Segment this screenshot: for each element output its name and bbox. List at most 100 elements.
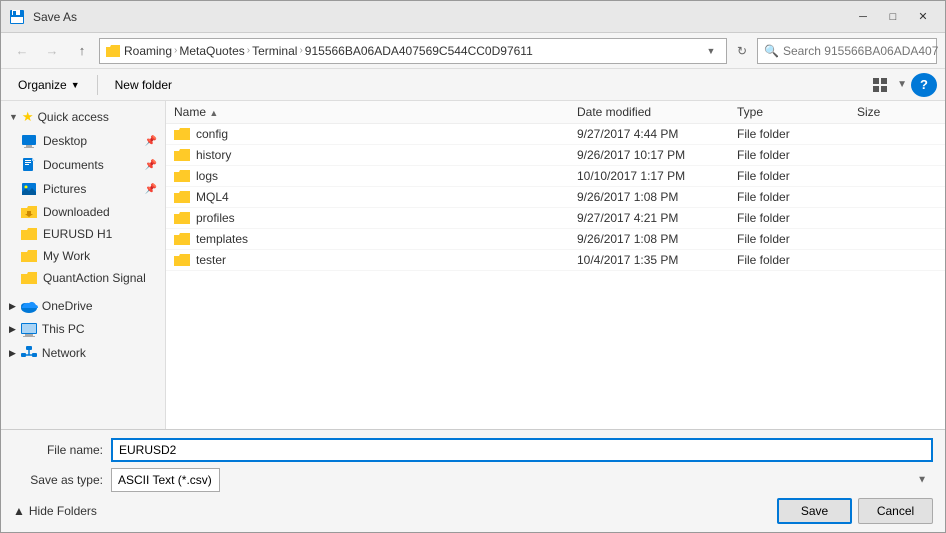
bottom-bar: File name: Save as type: ASCII Text (*.c…: [1, 429, 945, 532]
file-type: File folder: [737, 232, 857, 246]
bottom-actions: ▲ Hide Folders Save Cancel: [13, 498, 933, 524]
file-date: 10/10/2017 1:17 PM: [577, 169, 737, 183]
hide-folders-chevron-icon: ▲: [13, 504, 25, 518]
col-date-label: Date modified: [577, 105, 651, 119]
sidebar-section-thispc[interactable]: ▶ This PC: [1, 317, 165, 341]
up-button[interactable]: ↑: [69, 38, 95, 64]
pictures-icon: [21, 181, 37, 197]
eurusd-folder-icon: [21, 227, 37, 241]
address-dropdown-button[interactable]: ▼: [702, 42, 720, 60]
file-name: tester: [196, 253, 226, 267]
filename-input[interactable]: [111, 438, 933, 462]
col-date-header[interactable]: Date modified: [577, 105, 737, 119]
sidebar-item-eurusd[interactable]: EURUSD H1: [1, 223, 165, 245]
hide-folders-toggle[interactable]: ▲ Hide Folders: [13, 504, 97, 518]
sidebar-item-downloaded[interactable]: Downloaded: [1, 201, 165, 223]
address-part-metaquotes[interactable]: MetaQuotes: [179, 44, 244, 58]
address-bar[interactable]: Roaming › MetaQuotes › Terminal › 915566…: [99, 38, 727, 64]
thispc-label: This PC: [42, 322, 85, 336]
saveas-select[interactable]: ASCII Text (*.csv): [111, 468, 220, 492]
nav-bar: ← → ↑ Roaming › MetaQuotes › Terminal › …: [1, 33, 945, 69]
downloaded-label: Downloaded: [43, 205, 110, 219]
sidebar-item-desktop[interactable]: Desktop 📌: [1, 129, 165, 153]
table-row[interactable]: templates 9/26/2017 1:08 PM File folder: [166, 229, 945, 250]
file-name-cell: MQL4: [174, 190, 577, 204]
file-date: 10/4/2017 1:35 PM: [577, 253, 737, 267]
col-name-header[interactable]: Name ▲: [174, 105, 577, 119]
sidebar-item-pictures[interactable]: Pictures 📌: [1, 177, 165, 201]
sidebar-section-network[interactable]: ▶ Network: [1, 341, 165, 365]
mywork-folder-icon: [21, 249, 37, 263]
sidebar-item-mywork[interactable]: My Work: [1, 245, 165, 267]
sidebar-section-onedrive[interactable]: ▶ OneDrive: [1, 295, 165, 317]
cancel-button[interactable]: Cancel: [858, 498, 933, 524]
documents-label: Documents: [43, 158, 104, 172]
sidebar-section-quick-access[interactable]: ▼ ★ Quick access: [1, 105, 165, 129]
folder-row-icon: [174, 127, 190, 141]
folder-row-icon: [174, 190, 190, 204]
table-row[interactable]: history 9/26/2017 10:17 PM File folder: [166, 145, 945, 166]
organize-arrow-icon: ▼: [71, 80, 80, 90]
quick-access-star-icon: ★: [22, 109, 34, 125]
thispc-icon: [20, 321, 38, 337]
saveas-label: Save as type:: [13, 473, 103, 487]
address-part-terminal[interactable]: Terminal: [252, 44, 297, 58]
refresh-button[interactable]: ↻: [731, 40, 753, 62]
onedrive-icon: [20, 300, 38, 313]
organize-button[interactable]: Organize ▼: [9, 73, 89, 97]
file-type: File folder: [737, 253, 857, 267]
file-name-cell: templates: [174, 232, 577, 246]
file-name-cell: logs: [174, 169, 577, 183]
table-row[interactable]: logs 10/10/2017 1:17 PM File folder: [166, 166, 945, 187]
file-name: config: [196, 127, 228, 141]
search-input[interactable]: [783, 44, 938, 58]
file-date: 9/26/2017 10:17 PM: [577, 148, 737, 162]
network-label: Network: [42, 346, 86, 360]
new-folder-button[interactable]: New folder: [106, 73, 181, 97]
downloaded-folder-icon: [21, 205, 37, 219]
folder-row-icon: [174, 211, 190, 225]
file-date: 9/27/2017 4:21 PM: [577, 211, 737, 225]
minimize-button[interactable]: ─: [849, 5, 877, 29]
file-type: File folder: [737, 148, 857, 162]
sidebar-item-quantaction[interactable]: QuantAction Signal: [1, 267, 165, 289]
address-part-id[interactable]: 915566BA06ADA407569C544CC0D97611: [305, 44, 533, 58]
file-list: Name ▲ Date modified Type Size: [166, 101, 945, 429]
onedrive-chevron-icon: ▶: [9, 301, 16, 312]
col-type-header[interactable]: Type: [737, 105, 857, 119]
pictures-pin-icon: 📌: [145, 184, 157, 195]
file-name-cell: history: [174, 148, 577, 162]
eurusd-label: EURUSD H1: [43, 227, 112, 241]
view-toggle-button[interactable]: [867, 73, 893, 97]
file-name: profiles: [196, 211, 235, 225]
close-button[interactable]: ✕: [909, 5, 937, 29]
desktop-pin-icon: 📌: [145, 136, 157, 147]
address-part-roaming[interactable]: Roaming: [124, 44, 172, 58]
save-button[interactable]: Save: [777, 498, 852, 524]
sidebar-item-documents[interactable]: Documents 📌: [1, 153, 165, 177]
view-separator: ▼: [897, 79, 907, 90]
view-icon: [872, 77, 888, 93]
col-size-label: Size: [857, 105, 880, 119]
file-type: File folder: [737, 190, 857, 204]
table-row[interactable]: config 9/27/2017 4:44 PM File folder: [166, 124, 945, 145]
search-box[interactable]: 🔍: [757, 38, 937, 64]
file-date: 9/26/2017 1:08 PM: [577, 232, 737, 246]
quantaction-label: QuantAction Signal: [43, 271, 146, 285]
file-date: 9/27/2017 4:44 PM: [577, 127, 737, 141]
table-row[interactable]: profiles 9/27/2017 4:21 PM File folder: [166, 208, 945, 229]
table-row[interactable]: tester 10/4/2017 1:35 PM File folder: [166, 250, 945, 271]
back-button[interactable]: ←: [9, 38, 35, 64]
saveas-select-wrapper: ASCII Text (*.csv) ▼: [111, 468, 933, 492]
toolbar-separator: [97, 75, 98, 95]
file-name: MQL4: [196, 190, 229, 204]
toolbar: Organize ▼ New folder ▼ ?: [1, 69, 945, 101]
forward-button[interactable]: →: [39, 38, 65, 64]
help-button[interactable]: ?: [911, 73, 937, 97]
pictures-label: Pictures: [43, 182, 86, 196]
maximize-button[interactable]: □: [879, 5, 907, 29]
sort-arrow-icon: ▲: [209, 108, 218, 118]
table-row[interactable]: MQL4 9/26/2017 1:08 PM File folder: [166, 187, 945, 208]
col-size-header[interactable]: Size: [857, 105, 937, 119]
quantaction-folder-icon: [21, 271, 37, 285]
